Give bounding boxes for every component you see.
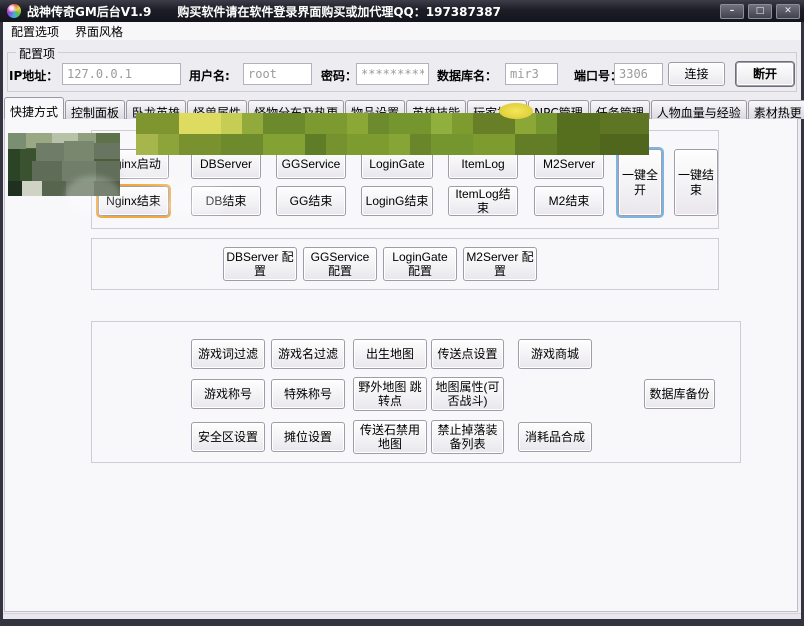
statusbar: [3, 613, 801, 619]
stall-settings-button[interactable]: 摊位设置: [271, 422, 345, 452]
birth-map-button[interactable]: 出生地图: [353, 339, 427, 369]
watermark-yellow-blob: [499, 103, 533, 119]
database-backup-button[interactable]: 数据库备份: [644, 379, 715, 409]
ggservice-config-button[interactable]: GGService 配置: [303, 247, 377, 281]
name-filter-button[interactable]: 游戏名过滤: [271, 339, 345, 369]
ip-address-label: IP地址：: [9, 67, 58, 84]
titlebar[interactable]: 战神传奇GM后台V1.9 购买软件请在软件登录界面购买或加代理QQ：197387…: [0, 0, 804, 22]
port-input[interactable]: [614, 63, 663, 85]
tab-control-panel[interactable]: 控制面板: [65, 100, 125, 119]
special-title-button[interactable]: 特殊称号: [271, 379, 345, 409]
username-label: 用户名:: [189, 67, 230, 84]
loging-stop-button[interactable]: LoginG结束: [361, 186, 433, 216]
client-area: 配置选项 界面风格 配置项 IP地址： 用户名: 密码： 数据库名： 端口号： …: [3, 22, 801, 619]
teleport-stone-disabled-maps-button[interactable]: 传送石禁用地图: [353, 420, 427, 454]
minimize-button[interactable]: –: [720, 4, 744, 19]
map-attribute-button[interactable]: 地图属性(可否战斗): [431, 377, 504, 411]
menu-config-options[interactable]: 配置选项: [3, 22, 67, 41]
password-label: 密码：: [321, 67, 357, 84]
db-stop-button[interactable]: DB结束: [191, 186, 261, 216]
maximize-button[interactable]: □: [748, 4, 772, 19]
window-title: 战神传奇GM后台V1.9: [27, 3, 151, 20]
wild-map-jump-point-button[interactable]: 野外地图 跳转点: [353, 377, 427, 411]
tab-material-hotupdate[interactable]: 素材热更: [748, 100, 804, 119]
dbserver-config-button[interactable]: DBServer 配置: [223, 247, 297, 281]
censored-photo-strip: [136, 113, 649, 155]
itemlog-stop-button[interactable]: ItemLog结束: [448, 186, 518, 216]
word-filter-button[interactable]: 游戏词过滤: [191, 339, 265, 369]
gg-stop-button[interactable]: GG结束: [276, 186, 346, 216]
connect-button[interactable]: 连接: [668, 62, 725, 86]
database-name-input[interactable]: [505, 63, 558, 85]
ip-address-input[interactable]: [62, 63, 181, 85]
tab-shortcuts[interactable]: 快捷方式: [4, 97, 64, 119]
m2server-config-button[interactable]: M2Server 配置: [463, 247, 537, 281]
game-title-button[interactable]: 游戏称号: [191, 379, 265, 409]
app-logo-icon: [7, 4, 21, 18]
app-window: 战神传奇GM后台V1.9 购买软件请在软件登录界面购买或加代理QQ：197387…: [0, 0, 804, 626]
censored-photo-thumbnail: [8, 133, 120, 196]
teleport-point-button[interactable]: 传送点设置: [431, 339, 504, 369]
close-button[interactable]: ✕: [776, 4, 800, 19]
menu-ui-style[interactable]: 界面风格: [67, 22, 131, 41]
window-controls: – □ ✕: [716, 4, 800, 19]
m2-stop-button[interactable]: M2结束: [534, 186, 604, 216]
password-input[interactable]: [356, 63, 429, 85]
game-mall-button[interactable]: 游戏商城: [518, 339, 592, 369]
safe-zone-button[interactable]: 安全区设置: [191, 422, 265, 452]
connection-group-label: 配置项: [16, 45, 58, 62]
one-key-stop-all-button[interactable]: 一键结束: [674, 149, 718, 216]
tab-hp-and-exp[interactable]: 人物血量与经验: [651, 100, 747, 119]
menubar: 配置选项 界面风格: [3, 22, 801, 40]
one-key-start-all-button[interactable]: 一键全开: [618, 149, 662, 216]
consumable-synthesis-button[interactable]: 消耗品合成: [518, 422, 592, 452]
username-input[interactable]: [243, 63, 312, 85]
database-name-label: 数据库名：: [437, 67, 497, 84]
shortcuts-tab-page: Nginx启动 DBServer GGService LoginGate Ite…: [4, 118, 798, 612]
logingate-config-button[interactable]: LoginGate 配置: [383, 247, 457, 281]
titlebar-purchase-notice: 购买软件请在软件登录界面购买或加代理QQ：197387387: [177, 3, 501, 20]
no-drop-equipment-list-button[interactable]: 禁止掉落装备列表: [431, 420, 504, 454]
disconnect-button[interactable]: 断开: [736, 62, 794, 86]
